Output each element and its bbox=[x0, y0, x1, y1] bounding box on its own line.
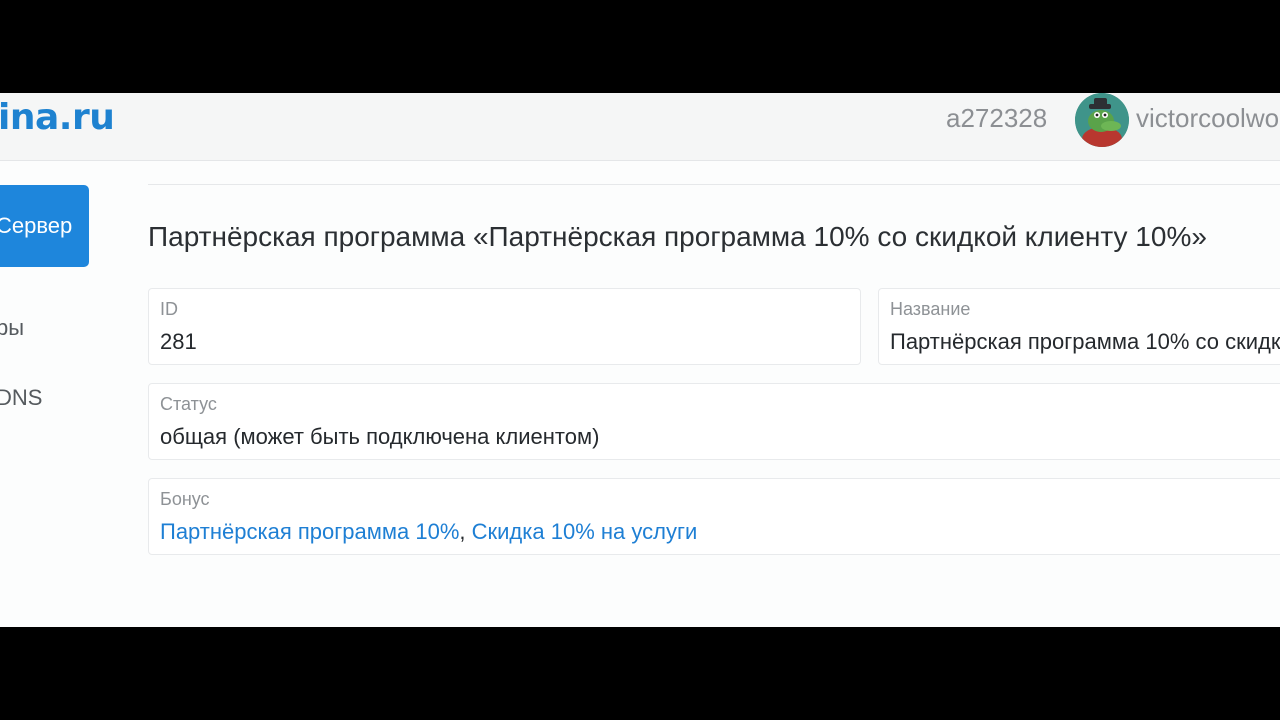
name-field: Название Партнёрская программа 10% со ск… bbox=[878, 288, 1280, 365]
sidebar-item-dns[interactable]: DNS bbox=[0, 385, 42, 411]
name-value: Партнёрская программа 10% со скидкой кли… bbox=[890, 329, 1280, 354]
app-window: ina.ru a272328 victorcoolwo Сервер ры DN… bbox=[0, 93, 1280, 627]
bonus-label: Бонус bbox=[160, 489, 210, 509]
status-field: Статус общая (может быть подключена клие… bbox=[148, 383, 1280, 460]
sidebar-item-servers[interactable]: ры bbox=[0, 315, 24, 341]
name-label: Название bbox=[890, 299, 971, 319]
top-header: ina.ru a272328 victorcoolwo bbox=[0, 93, 1280, 161]
site-logo[interactable]: ina.ru bbox=[0, 97, 115, 138]
avatar-image bbox=[1075, 93, 1129, 147]
bonus-separator: , bbox=[459, 519, 466, 544]
page-title: Партнёрская программа «Партнёрская прогр… bbox=[148, 221, 1207, 252]
id-field: ID 281 bbox=[148, 288, 861, 365]
id-value: 281 bbox=[160, 329, 197, 354]
id-label: ID bbox=[160, 299, 178, 319]
account-id: a272328 bbox=[946, 103, 1048, 133]
username[interactable]: victorcoolwo bbox=[1136, 103, 1279, 134]
user-avatar[interactable] bbox=[1075, 93, 1129, 147]
status-value: общая (может быть подключена клиентом) bbox=[160, 424, 600, 449]
bonus-link-discount[interactable]: Скидка 10% на услуги bbox=[472, 519, 698, 544]
bonus-links: Партнёрская программа 10%, Скидка 10% на… bbox=[160, 519, 697, 545]
bonus-field: Бонус Партнёрская программа 10%, Скидка … bbox=[148, 478, 1280, 555]
sidebar-item-server[interactable]: Сервер bbox=[0, 185, 89, 267]
status-label: Статус bbox=[160, 394, 217, 414]
bonus-link-partner-program[interactable]: Партнёрская программа 10% bbox=[160, 519, 459, 544]
content-divider bbox=[148, 184, 1280, 185]
